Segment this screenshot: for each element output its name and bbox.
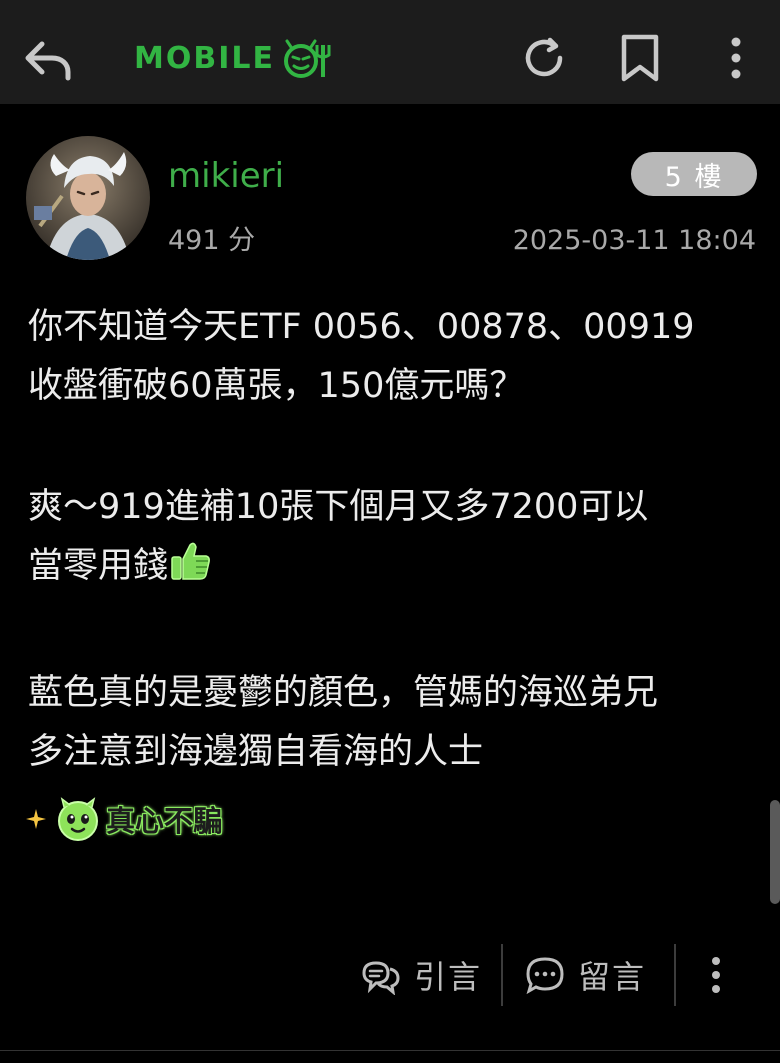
post-timestamp: 2025-03-11 18:04	[512, 225, 756, 256]
post-line: 藍色真的是憂鬱的顏色，管媽的海巡弟兄	[28, 673, 659, 713]
top-toolbar: MOBILE	[0, 0, 780, 104]
post-action-bar: 引言 留言	[0, 944, 780, 1006]
bottom-divider	[0, 1050, 780, 1051]
action-divider	[674, 944, 676, 1006]
signature-text: 真心不騙	[106, 804, 223, 838]
logo-mascot-icon	[284, 39, 331, 78]
sparkle-icon	[26, 809, 46, 829]
floor-badge: 5 樓	[631, 152, 757, 196]
back-arrow-icon	[25, 41, 71, 81]
post-more-button[interactable]	[698, 950, 734, 1000]
quote-label: 引言	[414, 958, 483, 996]
logo-text: MOBILE	[134, 41, 275, 76]
refresh-button[interactable]	[514, 28, 574, 88]
author-score: 491 分	[168, 225, 256, 256]
thumbs-up-emoji-icon	[168, 537, 214, 602]
site-logo[interactable]: MOBILE	[134, 38, 333, 80]
bookmark-icon	[621, 34, 659, 82]
green-face-emoji-icon	[58, 797, 98, 841]
author-name[interactable]: mikieri	[168, 154, 284, 198]
more-options-button[interactable]	[706, 28, 766, 88]
comment-bubble-icon	[526, 957, 564, 995]
refresh-icon	[525, 37, 563, 77]
more-vertical-icon	[712, 957, 720, 993]
post-line: 你不知道今天ETF 0056、00878、00919	[28, 307, 695, 347]
post-line: 多注意到海邊獨自看海的人士	[28, 732, 484, 772]
post-line-text: 當零用錢	[28, 546, 169, 586]
bookmark-button[interactable]	[610, 28, 670, 88]
back-button[interactable]	[18, 30, 78, 90]
post-line: 爽～919進補10張下個月又多7200可以	[28, 487, 649, 527]
more-vertical-icon	[731, 37, 741, 79]
avatar-image	[26, 136, 150, 260]
post-line: 收盤衝破60萬張，150億元嗎？	[28, 366, 525, 406]
quote-button[interactable]: 引言	[360, 950, 482, 1000]
reply-label: 留言	[578, 958, 647, 996]
action-divider	[501, 944, 503, 1006]
author-avatar[interactable]	[26, 136, 150, 260]
reply-button[interactable]: 留言	[524, 950, 646, 1000]
quote-bubbles-icon	[362, 961, 400, 995]
signature: 真心不騙	[24, 794, 222, 844]
post-line-with-emoji: 當零用錢	[28, 537, 768, 602]
scrollbar-thumb[interactable]	[770, 800, 780, 904]
post-body: 你不知道今天ETF 0056、00878、00919 收盤衝破60萬張，150億…	[28, 298, 768, 782]
